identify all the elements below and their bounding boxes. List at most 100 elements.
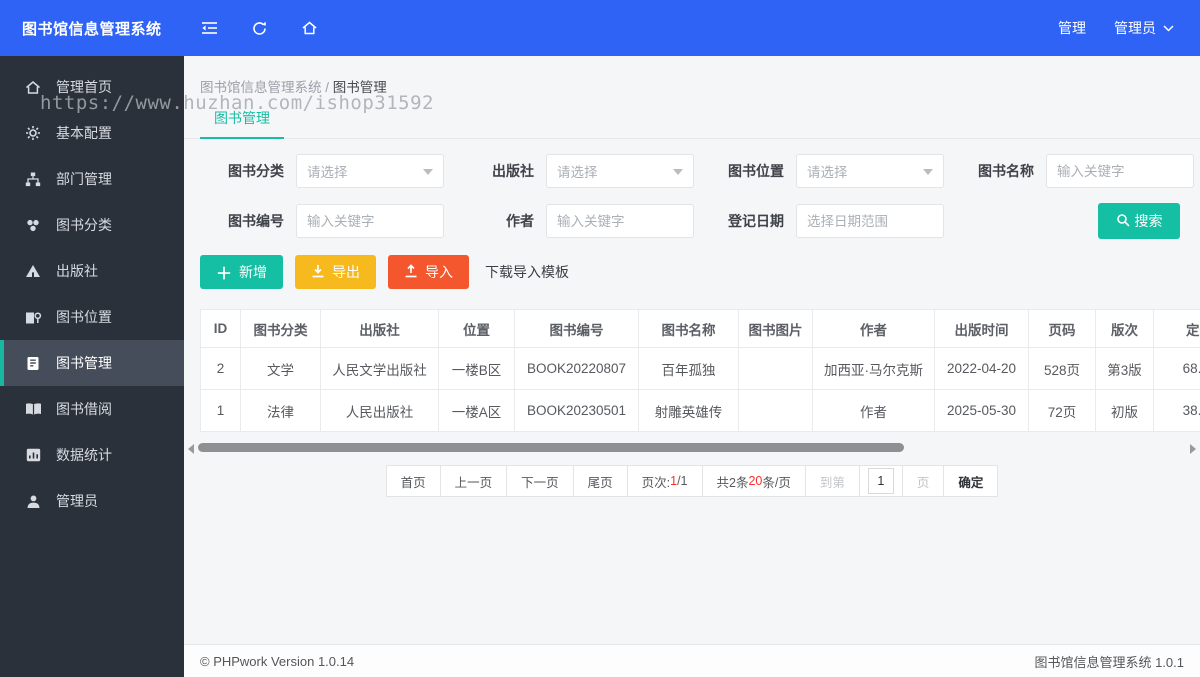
book-code-field[interactable] (296, 204, 444, 238)
filter-label-publisher: 出版社 (492, 163, 534, 179)
filter-label-book-code: 图书编号 (228, 213, 284, 229)
sidebar-item-categories[interactable]: 图书分类 (0, 202, 184, 248)
tab-bar: 图书管理 (184, 108, 1200, 139)
export-button[interactable]: 导出 (295, 255, 377, 289)
scrollbar-thumb[interactable] (198, 443, 904, 452)
breadcrumb: 图书馆信息管理系统 / 图书管理 (184, 56, 1200, 96)
pagination-last[interactable]: 尾页 (572, 465, 628, 497)
column-header: 图书名称 (638, 309, 739, 348)
select-caret-icon (423, 169, 433, 175)
table-cell (738, 347, 813, 390)
pagination-confirm-button[interactable]: 确定 (943, 465, 999, 497)
table-row: 1 法律 人民出版社 一楼A区 BOOK20230501 射雕英雄传 作者 20… (200, 389, 1200, 432)
breadcrumb-separator: / (325, 80, 333, 95)
table-cell: 作者 (812, 389, 935, 432)
pagination-first[interactable]: 首页 (385, 465, 441, 497)
collapse-sidebar-button[interactable] (184, 0, 234, 56)
sidebar-item-publishers[interactable]: 出版社 (0, 248, 184, 294)
pagination-goto-label: 到第 (804, 465, 860, 497)
chevron-down-icon (1163, 24, 1174, 32)
filter-panel: 图书分类 请选择 出版社 请选择 图书位置 请选择 图书名称 输入关键字 图书编… (184, 139, 1200, 239)
pagination-total-info: 共2条 20 条/页 (701, 465, 806, 497)
sitemap-icon (24, 171, 42, 187)
table-cell: 一楼A区 (438, 389, 515, 432)
table-cell: 72页 (1028, 389, 1096, 432)
select-caret-icon (923, 169, 933, 175)
add-button[interactable]: ＋ 新增 (200, 255, 284, 289)
import-button[interactable]: 导入 (388, 255, 470, 289)
download-icon (311, 264, 325, 281)
column-header: 版次 (1095, 309, 1154, 348)
user-menu[interactable]: 管理员 (1114, 18, 1174, 38)
table-cell: 第3版 (1095, 347, 1154, 390)
column-header: 位置 (438, 309, 515, 348)
download-template-link[interactable]: 下载导入模板 (485, 262, 569, 282)
column-header: 图书分类 (240, 309, 321, 348)
scroll-left-arrow-icon[interactable] (188, 444, 194, 454)
admin-link[interactable]: 管理 (1058, 18, 1086, 38)
table-cell: 法律 (240, 389, 321, 432)
goto-page-input[interactable] (867, 468, 894, 494)
filter-label-register-date: 登记日期 (728, 213, 784, 229)
filter-label-author: 作者 (506, 213, 534, 229)
author-field[interactable] (546, 204, 694, 238)
sidebar-item-statistics[interactable]: 数据统计 (0, 432, 184, 478)
breadcrumb-root[interactable]: 图书馆信息管理系统 (200, 80, 322, 95)
action-bar: ＋ 新增 导出 导入 下载导入模板 (184, 239, 1200, 289)
gear-icon (24, 125, 42, 141)
home-button[interactable] (284, 0, 334, 56)
pagination-page-info: 页次: 1/1 (626, 465, 703, 497)
books-table: ID 图书分类 出版社 位置 图书编号 图书名称 图书图片 作者 出版时间 页码… (200, 309, 1200, 432)
tab-book-management[interactable]: 图书管理 (200, 108, 284, 139)
footer: © PHPwork Version 1.0.14 图书馆信息管理系统 1.0.1 (184, 644, 1200, 677)
table-row: 2 文学 人民文学出版社 一楼B区 BOOK20220807 百年孤独 加西亚·… (200, 347, 1200, 390)
table-cell: 文学 (240, 347, 321, 390)
location-icon (24, 309, 42, 325)
select-caret-icon (673, 169, 683, 175)
sidebar-item-departments[interactable]: 部门管理 (0, 156, 184, 202)
filter-label-category: 图书分类 (228, 163, 284, 179)
publisher-select[interactable]: 请选择 (546, 154, 694, 188)
table-cell: 射雕英雄传 (638, 389, 739, 432)
column-header: 作者 (812, 309, 935, 348)
sidebar-item-locations[interactable]: 图书位置 (0, 294, 184, 340)
collapse-sidebar-icon (201, 20, 218, 36)
user-icon (24, 493, 42, 509)
table-cell: 人民出版社 (320, 389, 439, 432)
category-select[interactable]: 请选择 (296, 154, 444, 188)
search-button[interactable]: 搜索 (1098, 203, 1180, 239)
date-range-field[interactable] (796, 204, 944, 238)
table-header-row: ID 图书分类 出版社 位置 图书编号 图书名称 图书图片 作者 出版时间 页码… (200, 309, 1200, 348)
home-icon (301, 20, 318, 36)
sidebar-item-config[interactable]: 基本配置 (0, 110, 184, 156)
sidebar-item-admins[interactable]: 管理员 (0, 478, 184, 524)
table-cell: 68.00 (1153, 347, 1200, 390)
sidebar-item-home[interactable]: 管理首页 (0, 64, 184, 110)
table-cell: BOOK20230501 (514, 389, 639, 432)
book-icon (24, 355, 42, 371)
location-select[interactable]: 请选择 (796, 154, 944, 188)
search-icon (1116, 213, 1130, 230)
table-cell: 加西亚·马尔克斯 (812, 347, 935, 390)
plus-icon: ＋ (216, 266, 233, 283)
breadcrumb-current: 图书管理 (332, 80, 387, 95)
sidebar-item-borrowing[interactable]: 图书借阅 (0, 386, 184, 432)
table-cell: 2022-04-20 (934, 347, 1029, 390)
table-cell: 1 (200, 389, 241, 432)
horizontal-scrollbar (186, 441, 1198, 455)
pagination-prev[interactable]: 上一页 (439, 465, 508, 497)
main-content: https://www.huzhan.com/ishop31592 图书馆信息管… (40, 56, 1200, 677)
sidebar-item-books[interactable]: 图书管理 (0, 340, 184, 386)
table-cell: BOOK20220807 (514, 347, 639, 390)
column-header: 定价 (1153, 309, 1200, 348)
footer-app-name: 图书馆信息管理系统 1.0.1 (1034, 654, 1184, 670)
scroll-right-arrow-icon[interactable] (1190, 444, 1196, 454)
upload-icon (404, 263, 418, 281)
refresh-button[interactable] (234, 0, 284, 56)
book-name-field[interactable] (1046, 154, 1194, 188)
table-cell (738, 389, 813, 432)
chart-icon (24, 447, 42, 463)
column-header: 页码 (1028, 309, 1096, 348)
pagination-goto-cell (858, 465, 903, 497)
pagination-next[interactable]: 下一页 (506, 465, 574, 497)
